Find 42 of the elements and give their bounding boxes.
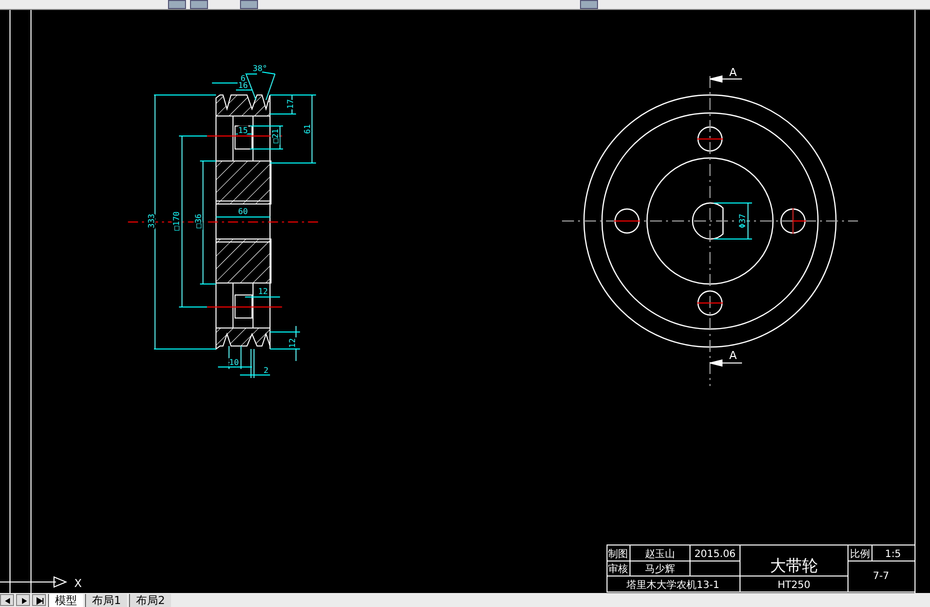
dimension-label: 61 — [303, 124, 312, 134]
toolbar-icon[interactable] — [190, 0, 208, 9]
layout-tab[interactable]: 模型 — [48, 594, 83, 606]
section-arrow — [710, 75, 742, 83]
title-block-value: HT250 — [778, 580, 810, 591]
toolbar-icon[interactable] — [168, 0, 186, 9]
dimension-label: 6 — [240, 74, 246, 83]
section-arrow — [710, 359, 742, 367]
title-block-value: 7-7 — [872, 571, 890, 582]
last-tab-icon[interactable] — [32, 594, 46, 606]
drawing-title: 大带轮 — [770, 556, 818, 575]
dimension-label: 16 — [238, 81, 248, 90]
dimension-label: 2 — [264, 366, 268, 375]
dimension-label: 333 — [147, 214, 156, 228]
next-tab-icon[interactable] — [16, 594, 30, 606]
dimension-label: 12 — [288, 338, 297, 348]
layout-tab[interactable]: 布局1 — [85, 594, 127, 606]
previous-tab-icon[interactable] — [0, 594, 14, 606]
section-label: A — [729, 66, 737, 79]
title-block-value: 赵玉山 — [645, 549, 675, 560]
layout-tab[interactable]: 布局2 — [129, 594, 171, 606]
title-block-label: 比例 — [850, 549, 870, 560]
dimension-label: □36 — [194, 214, 203, 228]
section-label: A — [729, 349, 737, 362]
dimension-label: 12 — [258, 287, 268, 296]
dimension-label: 10 — [229, 358, 239, 367]
dimension-label: □21 — [271, 128, 280, 144]
title-block-value: 塔里木大学农机13-1 — [626, 580, 720, 591]
dimension-label: □170 — [172, 211, 181, 231]
title-block-value: 2015.06 — [694, 549, 736, 560]
dimension-label: 15 — [238, 126, 248, 135]
dimension-label: 60 — [238, 207, 248, 216]
title-block-value: 1:5 — [884, 549, 902, 560]
toolbar-icon[interactable] — [240, 0, 258, 9]
dimension-label: Φ37 — [738, 214, 747, 228]
toolbar-icon[interactable] — [580, 0, 598, 9]
dimension-lines-drawing — [714, 202, 752, 240]
title-block-label: 审核 — [608, 564, 628, 575]
dimension-label: 38° — [252, 64, 268, 73]
title-block-label: 制图 — [608, 549, 628, 560]
axis-label: X — [74, 577, 82, 590]
title-block-value: 马少辉 — [645, 564, 675, 575]
